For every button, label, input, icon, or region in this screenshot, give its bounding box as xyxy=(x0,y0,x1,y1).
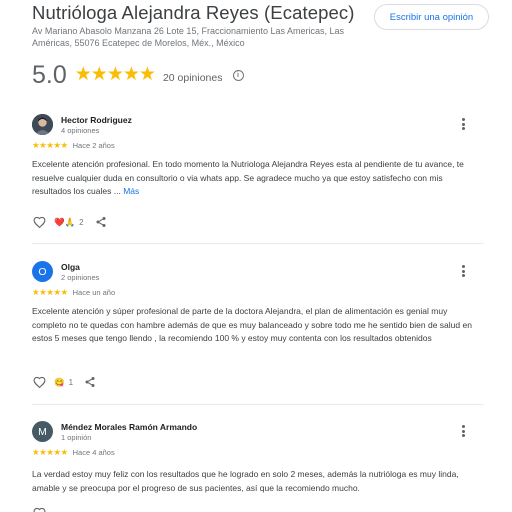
reviewer-meta: 2 opiniones xyxy=(61,273,100,282)
address: Av Mariano Abasolo Manzana 26 Lote 15, F… xyxy=(32,26,345,48)
reaction-count: 2 xyxy=(79,217,84,227)
review-text: Excelente atención profesional. En todo … xyxy=(32,158,472,199)
more-vert-icon[interactable] xyxy=(457,117,469,131)
divider xyxy=(32,243,484,244)
avatar-letter: M xyxy=(38,425,47,438)
review-text: Excelente atención y súper profesional d… xyxy=(32,305,472,346)
reaction-count: 1 xyxy=(68,377,74,387)
review-date: Hace 4 años xyxy=(72,448,115,457)
reviewer-meta: 1 opinión xyxy=(61,433,92,442)
avatar-photo xyxy=(32,114,53,135)
heart-icon[interactable] xyxy=(32,375,46,389)
avatar[interactable]: O xyxy=(32,261,53,282)
rating-summary: 5.0 ★★★★★ 20 opiniones i xyxy=(32,60,244,90)
reviewer-meta: 4 opiniones xyxy=(61,126,100,135)
rating-stars: ★★★★★ xyxy=(74,63,156,85)
avatar[interactable] xyxy=(32,114,53,135)
heart-icon[interactable] xyxy=(32,506,46,512)
review-body: La verdad estoy muy feliz con los result… xyxy=(32,469,459,493)
review-body: Excelente atención y súper profesional d… xyxy=(32,306,472,343)
review-stars: ★★★★★ xyxy=(32,140,68,150)
reviewer-name[interactable]: Méndez Morales Ramón Armando xyxy=(61,422,197,432)
reactions[interactable]: 😋 1 xyxy=(54,377,73,388)
page-title: Nutrióloga Alejandra Reyes (Ecatepec) xyxy=(32,2,355,23)
reviewer-name[interactable]: Olga xyxy=(61,262,80,272)
review-stars: ★★★★★ xyxy=(32,287,68,297)
more-vert-icon[interactable] xyxy=(457,264,469,278)
rating-score: 5.0 xyxy=(32,60,67,89)
more-vert-icon[interactable] xyxy=(457,424,469,438)
reaction-emojis: ❤️🙏 xyxy=(54,216,76,227)
review-rating: ★★★★★ Hace 2 años xyxy=(32,140,115,151)
reaction-emojis: 😋 xyxy=(54,376,65,387)
review-date: Hace 2 años xyxy=(72,141,115,150)
share-icon[interactable] xyxy=(83,375,97,389)
heart-icon[interactable] xyxy=(32,215,46,229)
more-link[interactable]: Más xyxy=(123,186,139,196)
avatar-letter: O xyxy=(38,265,47,278)
reviewer-name[interactable]: Hector Rodriguez xyxy=(61,115,132,125)
review-stars: ★★★★★ xyxy=(32,447,68,457)
write-review-button[interactable]: Escribir una opinión xyxy=(374,4,489,30)
share-icon[interactable] xyxy=(94,215,108,229)
review-actions: ❤️🙏 2 xyxy=(32,215,108,229)
review-count[interactable]: 20 opiniones xyxy=(163,72,223,84)
review-body: Excelente atención profesional. En todo … xyxy=(32,159,464,196)
review-actions xyxy=(32,506,46,512)
review-text: La verdad estoy muy feliz con los result… xyxy=(32,468,472,495)
avatar[interactable]: M xyxy=(32,421,53,442)
review-rating: ★★★★★ Hace 4 años xyxy=(32,447,115,458)
info-icon[interactable]: i xyxy=(232,70,244,81)
review-rating: ★★★★★ Hace un año xyxy=(32,287,115,298)
review-date: Hace un año xyxy=(72,288,116,297)
review-actions: 😋 1 xyxy=(32,375,97,389)
divider xyxy=(32,404,484,405)
reactions[interactable]: ❤️🙏 2 xyxy=(54,217,84,228)
